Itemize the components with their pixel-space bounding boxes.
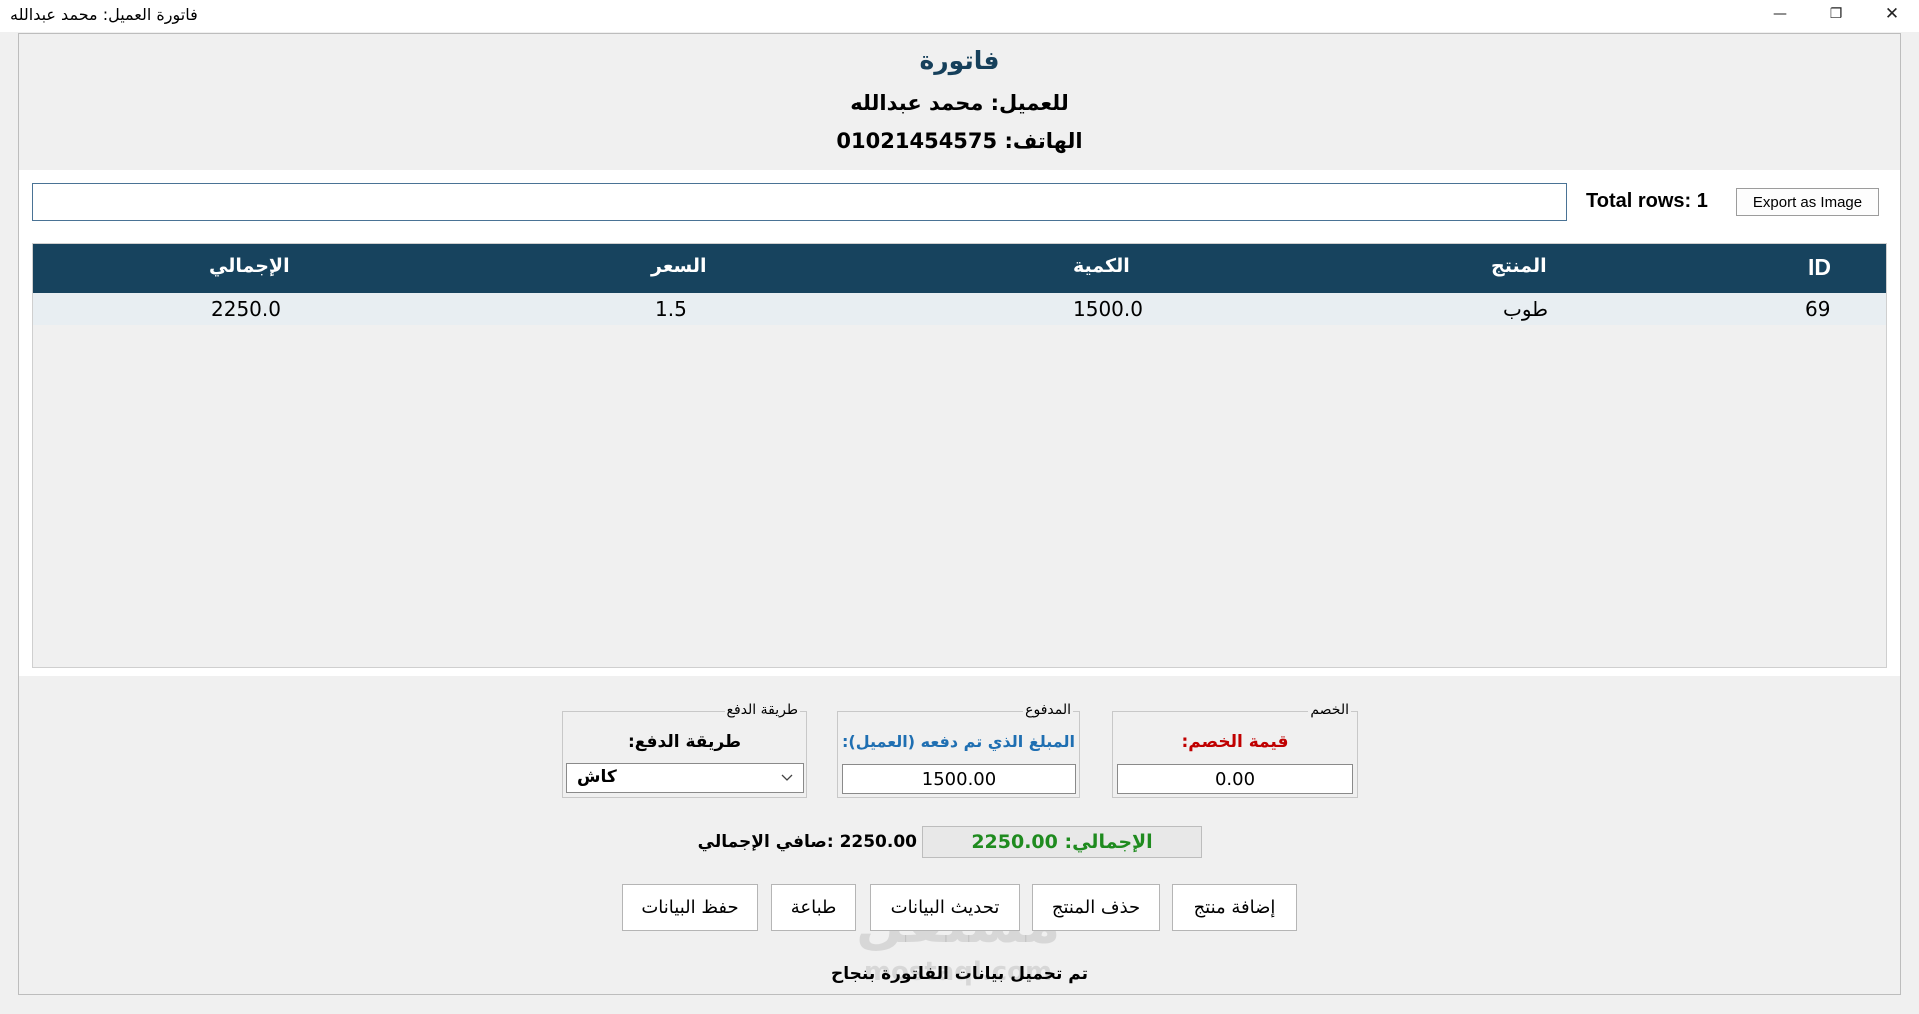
cell-quantity: 1500.0	[1073, 297, 1143, 321]
table-header: ID المنتج الكمية السعر الإجمالي	[33, 244, 1886, 293]
paid-label: المبلغ الذي تم دفعه (العميل):	[842, 732, 1075, 751]
payment-method-value: كاش	[577, 767, 617, 787]
column-header-quantity[interactable]: الكمية	[1073, 255, 1130, 277]
restore-button[interactable]: ❐	[1813, 0, 1859, 28]
search-input[interactable]	[32, 183, 1567, 221]
add-product-button[interactable]: إضافة منتج	[1172, 884, 1297, 931]
net-total-label: 2250.00 :صافي الإجمالي	[697, 832, 917, 852]
column-header-product[interactable]: المنتج	[1491, 255, 1547, 277]
table-row[interactable]: 69 طوب 1500.0 1.5 2250.0	[33, 293, 1886, 325]
minimize-icon: —	[1773, 6, 1787, 22]
discount-group-title: الخصم	[1308, 702, 1351, 718]
payment-method-group: طريقة الدفع طريقة الدفع: كاش	[562, 702, 807, 798]
paid-input[interactable]: 1500.00	[842, 764, 1076, 794]
discount-input[interactable]: 0.00	[1117, 764, 1353, 794]
minimize-button[interactable]: —	[1757, 0, 1803, 28]
cell-price: 1.5	[655, 297, 687, 321]
restore-icon: ❐	[1829, 6, 1843, 22]
delete-product-button[interactable]: حذف المنتج	[1032, 884, 1160, 931]
payment-method-select[interactable]: كاش	[566, 763, 804, 793]
chevron-down-icon	[781, 774, 793, 781]
client-phone: الهاتف: 01021454575	[836, 129, 1083, 153]
cell-product: طوب	[1503, 297, 1549, 321]
payment-method-group-title: طريقة الدفع	[724, 702, 800, 718]
grand-total-display: الإجمالي: 2250.00	[922, 826, 1202, 858]
invoice-title: فاتورة	[919, 46, 1000, 75]
refresh-data-button[interactable]: تحديث البيانات	[870, 884, 1020, 931]
close-button[interactable]: ✕	[1869, 0, 1915, 28]
client-name: للعميل: محمد عبدالله	[850, 91, 1069, 115]
cell-id: 69	[1805, 297, 1831, 321]
paid-group: المدفوع المبلغ الذي تم دفعه (العميل): 15…	[837, 702, 1080, 798]
column-header-total[interactable]: الإجمالي	[209, 255, 290, 277]
total-rows-label: Total rows: 1	[1586, 190, 1708, 212]
column-header-price[interactable]: السعر	[651, 255, 707, 277]
invoice-header: فاتورة للعميل: محمد عبدالله الهاتف: 0102…	[19, 34, 1900, 170]
window-title: فاتورة العميل: محمد عبدالله	[10, 5, 198, 24]
discount-label: قيمة الخصم:	[1181, 732, 1289, 752]
status-message: تم تحميل بيانات الفاتورة بنجاح	[831, 964, 1088, 984]
cell-total: 2250.0	[211, 297, 281, 321]
print-button[interactable]: طباعة	[771, 884, 856, 931]
window-titlebar: فاتورة العميل: محمد عبدالله — ❐ ✕	[0, 0, 1919, 32]
export-image-button[interactable]: Export as Image	[1736, 188, 1879, 216]
column-header-id[interactable]: ID	[1808, 254, 1831, 281]
table-panel: Total rows: 1 Export as Image ID المنتج …	[19, 170, 1900, 676]
discount-group: الخصم قيمة الخصم: 0.00	[1112, 702, 1358, 798]
save-data-button[interactable]: حفظ البيانات	[622, 884, 758, 931]
invoice-table: ID المنتج الكمية السعر الإجمالي 69 طوب 1…	[32, 243, 1887, 668]
close-icon: ✕	[1884, 4, 1900, 24]
paid-group-title: المدفوع	[1023, 702, 1073, 718]
payment-method-label: طريقة الدفع:	[627, 732, 741, 752]
